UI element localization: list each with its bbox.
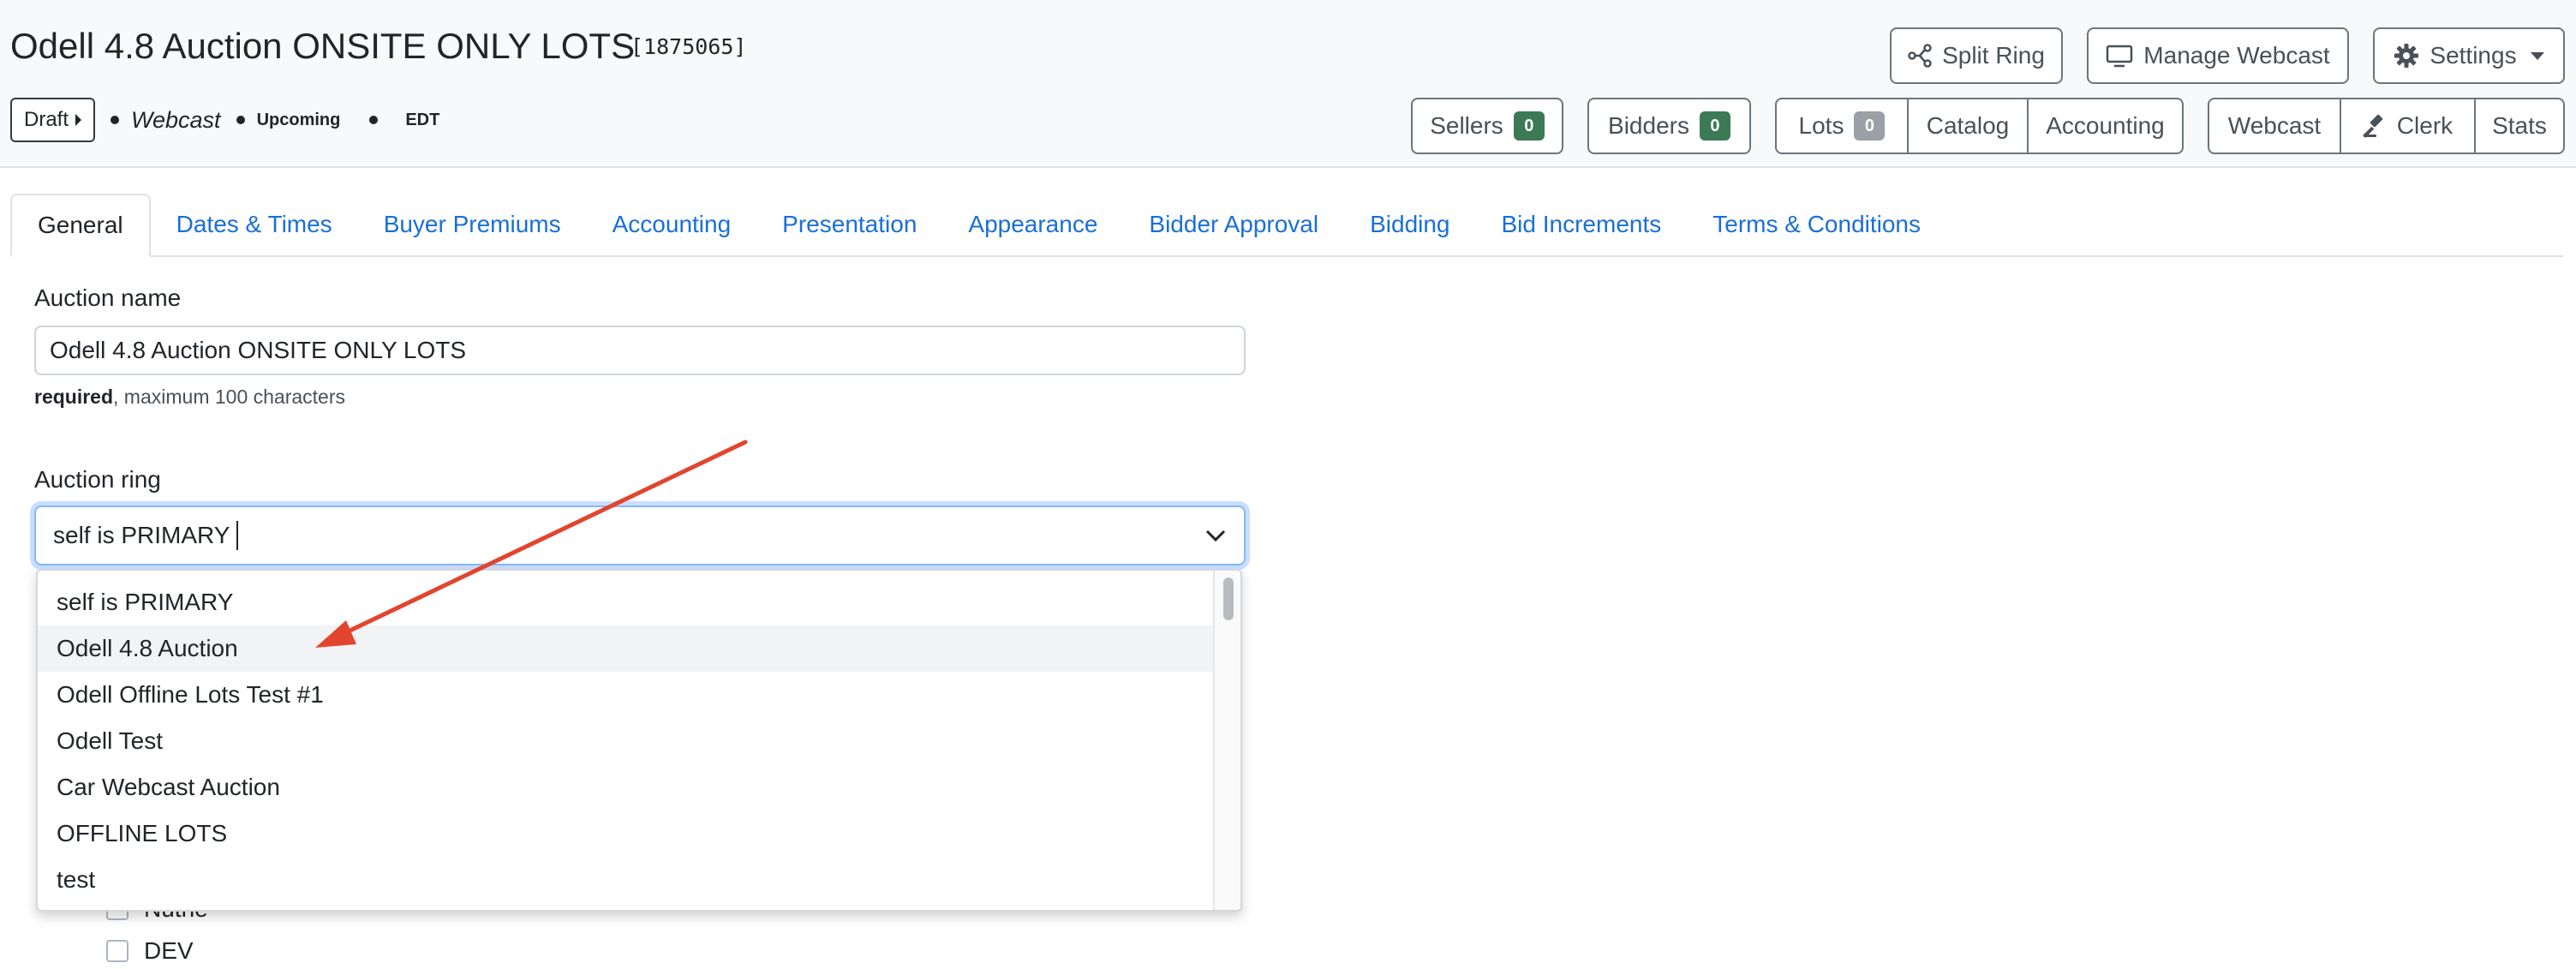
settings-tabs: General Dates & Times Buyer Premiums Acc…: [10, 194, 2563, 257]
dropdown-option[interactable]: test: [38, 857, 1216, 903]
text-cursor: [236, 521, 239, 550]
tab-terms-conditions[interactable]: Terms & Conditions: [1687, 194, 1946, 255]
dropdown-option[interactable]: Car Webcast Auction: [38, 764, 1216, 810]
tab-buyer-premiums[interactable]: Buyer Premiums: [358, 194, 587, 255]
sellers-button[interactable]: Sellers 0: [1411, 98, 1563, 154]
split-icon: [1908, 44, 1932, 68]
lots-count-badge: 0: [1854, 111, 1886, 141]
manage-webcast-label: Manage Webcast: [2143, 42, 2330, 69]
bidders-button[interactable]: Bidders 0: [1587, 98, 1751, 154]
auction-id: [1875065]: [631, 34, 747, 59]
dropdown-option[interactable]: Odell Test: [38, 718, 1216, 764]
tab-appearance[interactable]: Appearance: [942, 194, 1123, 255]
draft-label: Draft: [24, 108, 69, 131]
dropdown-option-highlighted[interactable]: Odell 4.8 Auction: [38, 625, 1216, 672]
stats-button[interactable]: Stats: [2474, 99, 2563, 153]
auction-name-value: Odell 4.8 Auction ONSITE ONLY LOTS: [50, 337, 467, 363]
bidders-count-badge: 0: [1699, 111, 1730, 141]
sellers-label: Sellers: [1430, 112, 1503, 139]
auction-ring-dropdown: self is PRIMARY Odell 4.8 Auction Odell …: [36, 569, 1242, 912]
split-ring-button[interactable]: Split Ring: [1890, 27, 2063, 84]
accounting-button[interactable]: Accounting: [2027, 99, 2182, 153]
split-ring-label: Split Ring: [1942, 42, 2045, 69]
settings-button[interactable]: Settings: [2373, 27, 2565, 84]
tab-presentation[interactable]: Presentation: [756, 194, 942, 255]
tab-bidding[interactable]: Bidding: [1344, 194, 1475, 255]
checkbox[interactable]: [106, 940, 129, 962]
monitor-icon: [2107, 45, 2133, 68]
auction-name-help: required, maximum 100 characters: [34, 386, 345, 409]
gear-icon: [2394, 44, 2419, 68]
settings-label: Settings: [2430, 42, 2517, 69]
status-phase: Upcoming: [256, 110, 341, 129]
dropdown-scrollbar[interactable]: [1213, 571, 1240, 910]
tab-bidder-approval[interactable]: Bidder Approval: [1123, 194, 1344, 255]
tab-dates-times[interactable]: Dates & Times: [151, 194, 358, 255]
caret-down-icon: [2530, 51, 2544, 60]
dropdown-option[interactable]: Odell Offline Lots Test #1: [38, 672, 1216, 718]
lots-button[interactable]: Lots 0: [1777, 99, 1907, 153]
bullet-dot: [369, 116, 379, 124]
dropdown-option[interactable]: OFFLINE LOTS: [38, 810, 1216, 857]
page-title: Odell 4.8 Auction ONSITE ONLY LOTS: [10, 26, 636, 66]
bullet-dot: [236, 116, 245, 124]
bidders-label: Bidders: [1608, 112, 1689, 139]
tab-accounting[interactable]: Accounting: [587, 194, 757, 255]
checkbox-row[interactable]: DEV: [106, 937, 194, 965]
auction-name-input[interactable]: Odell 4.8 Auction ONSITE ONLY LOTS: [34, 326, 1246, 375]
chevron-down-icon[interactable]: [1204, 528, 1227, 543]
manage-webcast-button[interactable]: Manage Webcast: [2087, 27, 2349, 84]
catalog-button[interactable]: Catalog: [1907, 99, 2027, 153]
tab-general[interactable]: General: [10, 194, 151, 257]
auction-ring-select[interactable]: self is PRIMARY: [34, 505, 1246, 565]
auction-name-label: Auction name: [34, 284, 182, 311]
gavel-icon: [2363, 114, 2382, 138]
lots-button-group: Lots 0 Catalog Accounting: [1775, 98, 2184, 154]
caret-right-icon: [75, 114, 82, 126]
sellers-count-badge: 0: [1513, 111, 1545, 141]
bullet-dot: [111, 116, 120, 124]
live-button-group: Webcast Clerk Stats: [2208, 98, 2565, 154]
status-type: Webcast: [131, 106, 221, 133]
checkbox-label: DEV: [144, 937, 194, 964]
clerk-label: Clerk: [2396, 112, 2453, 139]
draft-status-button[interactable]: Draft: [10, 98, 96, 142]
status-row: Draft Webcast Upcoming EDT: [10, 96, 439, 144]
status-timezone: EDT: [405, 110, 440, 129]
tab-bid-increments[interactable]: Bid Increments: [1476, 194, 1688, 255]
dropdown-option[interactable]: self is PRIMARY: [38, 579, 1216, 625]
help-text: , maximum 100 characters: [113, 386, 346, 408]
auction-ring-label: Auction ring: [34, 466, 161, 493]
clerk-button[interactable]: Clerk: [2340, 99, 2474, 153]
help-required: required: [34, 386, 114, 408]
webcast-button[interactable]: Webcast: [2209, 99, 2340, 153]
scrollbar-thumb[interactable]: [1223, 577, 1234, 620]
lots-label: Lots: [1798, 112, 1844, 139]
auction-ring-value: self is PRIMARY: [53, 522, 230, 548]
